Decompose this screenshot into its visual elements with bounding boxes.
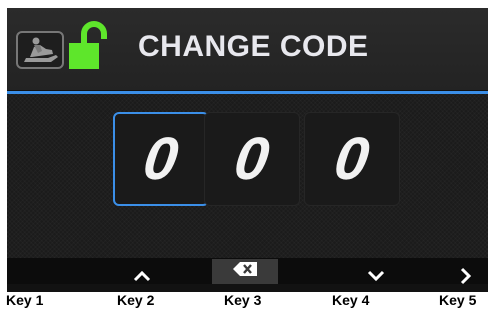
snowmobile-icon [16,31,64,69]
code-digit-value: 0 [330,125,374,192]
key-3-label: Key 3 [224,292,262,308]
unlocked-padlock-icon [67,21,107,71]
chevron-down-icon[interactable] [364,266,388,286]
header-bar: CHANGE CODE [7,8,488,90]
code-digit-3[interactable]: 0 [304,112,400,206]
chevron-right-icon[interactable] [455,265,475,287]
key-1-label: Key 1 [6,292,44,308]
code-digit-2[interactable]: 0 [204,112,300,206]
key-2-label: Key 2 [117,292,155,308]
key-5-label: Key 5 [439,292,477,308]
code-digit-value: 0 [139,125,183,192]
code-digit-1[interactable]: 0 [113,112,209,206]
backspace-icon [233,262,257,281]
page-title: CHANGE CODE [138,30,369,63]
backspace-button[interactable] [212,259,278,284]
chevron-up-icon[interactable] [130,266,154,286]
code-digit-value: 0 [230,125,274,192]
key-4-label: Key 4 [332,292,370,308]
